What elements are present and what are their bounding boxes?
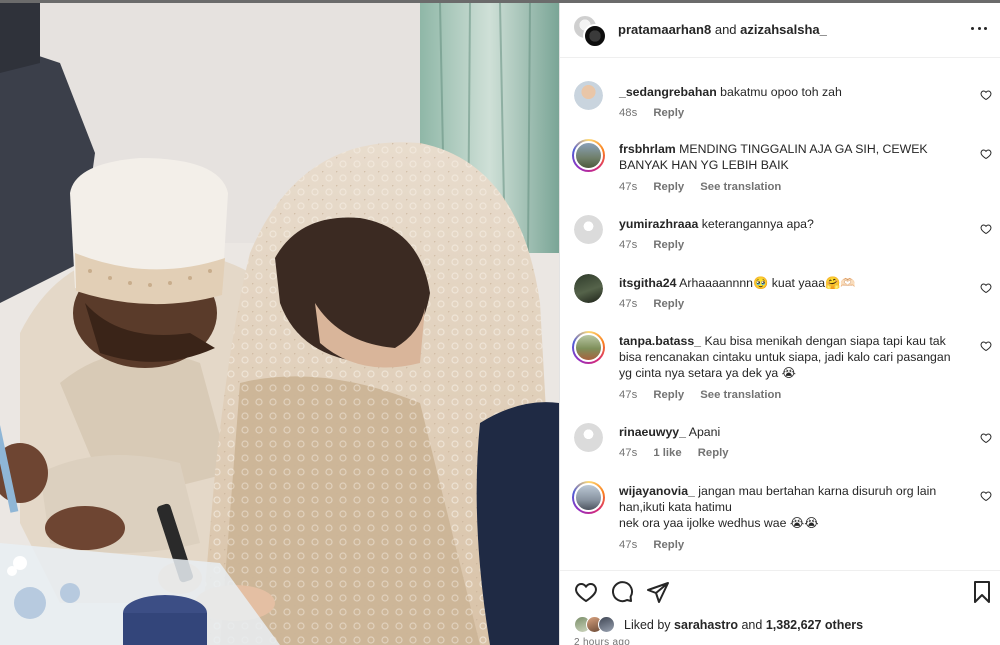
reply-button[interactable]: Reply	[653, 239, 684, 251]
reply-button[interactable]: Reply	[653, 181, 684, 193]
comment-text: tanpa.batass_ Kau bisa menikah dengan si…	[619, 333, 969, 381]
reply-button[interactable]: Reply	[653, 389, 684, 401]
comment-time: 48s	[619, 107, 638, 119]
comment-body-continued: yg cinta nya setara ya dek ya 😭	[619, 366, 797, 380]
comment-text: _sedangrebahan bakatmu opoo toh zah	[619, 84, 969, 100]
comment-body-continued: han,ikuti kata hatimu	[619, 500, 732, 514]
likes-count-link[interactable]: 1,382,627 others	[766, 618, 863, 632]
comment-text: itsgitha24 Arhaaaannnn🥹 kuat yaaa🤗🫶🏻	[619, 275, 969, 291]
reply-button[interactable]: Reply	[653, 107, 684, 119]
see-translation-button[interactable]: See translation	[700, 389, 781, 401]
comment-time: 47s	[619, 447, 638, 459]
avatar[interactable]	[574, 274, 603, 303]
comment-username[interactable]: itsgitha24	[619, 276, 676, 290]
post-image[interactable]	[0, 3, 559, 645]
comment-meta: 48s Reply	[619, 107, 697, 119]
comment-body-continued: nek ora yaa ijolke wedhus wae 😭😭	[619, 516, 819, 530]
comment-text: rinaeuwyy_ Apani	[619, 424, 969, 440]
bookmark-icon[interactable]	[970, 580, 994, 604]
heart-icon[interactable]	[980, 490, 992, 502]
comment-username[interactable]: _sedangrebahan	[619, 85, 717, 99]
authors-connector: and	[714, 22, 737, 37]
comment-meta: 47s Reply See translation	[619, 389, 794, 401]
comment-time: 47s	[619, 389, 638, 401]
comment-time: 47s	[619, 539, 638, 551]
comment-body-continued: bisa rencanakan cintaku untuk siapa, jad…	[619, 350, 951, 364]
avatar[interactable]	[574, 81, 603, 110]
liked-prefix: Liked by	[624, 618, 671, 632]
author-username[interactable]: pratamaarhan8	[618, 22, 711, 37]
post-time[interactable]: 2 hours ago	[574, 637, 630, 645]
post-authors: pratamaarhan8 and azizahsalsha_	[618, 22, 827, 37]
avatar[interactable]	[572, 331, 605, 364]
comment-text: wijayanovia_ jangan mau bertahan karna d…	[619, 483, 969, 531]
comment-meta: 47s Reply	[619, 298, 697, 310]
comment-time: 47s	[619, 298, 638, 310]
heart-icon[interactable]	[980, 89, 992, 101]
comment-text: yumirazhraaa keterangannya apa?	[619, 216, 969, 232]
heart-icon[interactable]	[980, 340, 992, 352]
comment-body: Apani	[688, 425, 721, 439]
liked-user-link[interactable]: sarahastro	[674, 618, 738, 632]
comment-username[interactable]: wijayanovia_	[619, 484, 695, 498]
liked-avatars[interactable]	[574, 616, 620, 634]
reply-button[interactable]: Reply	[653, 298, 684, 310]
comment-body: jangan mau bertahan karna disuruh org la…	[698, 484, 937, 498]
heart-icon[interactable]	[980, 148, 992, 160]
liked-by: Liked by sarahastro and 1,382,627 others	[574, 616, 994, 634]
avatar[interactable]	[572, 139, 605, 172]
reply-button[interactable]: Reply	[698, 447, 729, 459]
avatar[interactable]	[583, 24, 607, 48]
see-translation-button[interactable]: See translation	[700, 181, 781, 193]
comment-body-continued: BANYAK HAN YG LEBIH BAIK	[619, 158, 789, 172]
post-header: pratamaarhan8 and azizahsalsha_	[560, 3, 1000, 58]
comment-time: 47s	[619, 239, 638, 251]
post-detail-panel: pratamaarhan8 and azizahsalsha_ _sedangr…	[559, 3, 1000, 645]
comment-text: frsbhrlam MENDING TINGGALIN AJA GA SIH, …	[619, 141, 969, 173]
liked-and: and	[741, 618, 763, 632]
comment-username[interactable]: yumirazhraaa	[619, 217, 698, 231]
liked-by-text: Liked by sarahastro and 1,382,627 others	[624, 618, 863, 632]
comment-meta: 47s Reply See translation	[619, 181, 794, 193]
comment-body: MENDING TINGGALIN AJA GA SIH, CEWEK	[679, 142, 928, 156]
comment-username[interactable]: tanpa.batass_	[619, 334, 701, 348]
comment-time: 47s	[619, 181, 638, 193]
comment-body: keterangannya apa?	[701, 217, 814, 231]
comment-body: bakatmu opoo toh zah	[720, 85, 842, 99]
collab-avatars[interactable]	[574, 16, 608, 48]
post-actions: Liked by sarahastro and 1,382,627 others…	[560, 570, 1000, 645]
comment-body: Arhaaaannnn🥹 kuat yaaa🤗🫶🏻	[679, 276, 856, 290]
heart-icon[interactable]	[980, 432, 992, 444]
avatar[interactable]	[574, 423, 603, 452]
avatar[interactable]	[574, 215, 603, 244]
heart-icon[interactable]	[980, 282, 992, 294]
avatar[interactable]	[598, 616, 615, 633]
comment-icon[interactable]	[610, 580, 634, 604]
author-username[interactable]: azizahsalsha_	[740, 22, 827, 37]
paper-plane-icon[interactable]	[646, 580, 670, 604]
comment-username[interactable]: rinaeuwyy_	[619, 425, 686, 439]
comment-likes-count[interactable]: 1 like	[653, 447, 681, 459]
comment-meta: 47s Reply	[619, 239, 697, 251]
comment-username[interactable]: frsbhrlam	[619, 142, 676, 156]
reply-button[interactable]: Reply	[653, 539, 684, 551]
comment-meta: 47s 1 like Reply	[619, 447, 742, 459]
heart-icon[interactable]	[574, 580, 598, 604]
more-horizontal-icon[interactable]	[971, 20, 987, 36]
comment-meta: 47s Reply	[619, 539, 697, 551]
heart-icon[interactable]	[980, 223, 992, 235]
avatar[interactable]	[572, 481, 605, 514]
comment-list[interactable]: _sedangrebahan bakatmu opoo toh zah 48s …	[560, 59, 1000, 567]
wedding-photo-illustration	[0, 3, 559, 645]
comment-body: Kau bisa menikah dengan siapa tapi kau t…	[704, 334, 946, 348]
